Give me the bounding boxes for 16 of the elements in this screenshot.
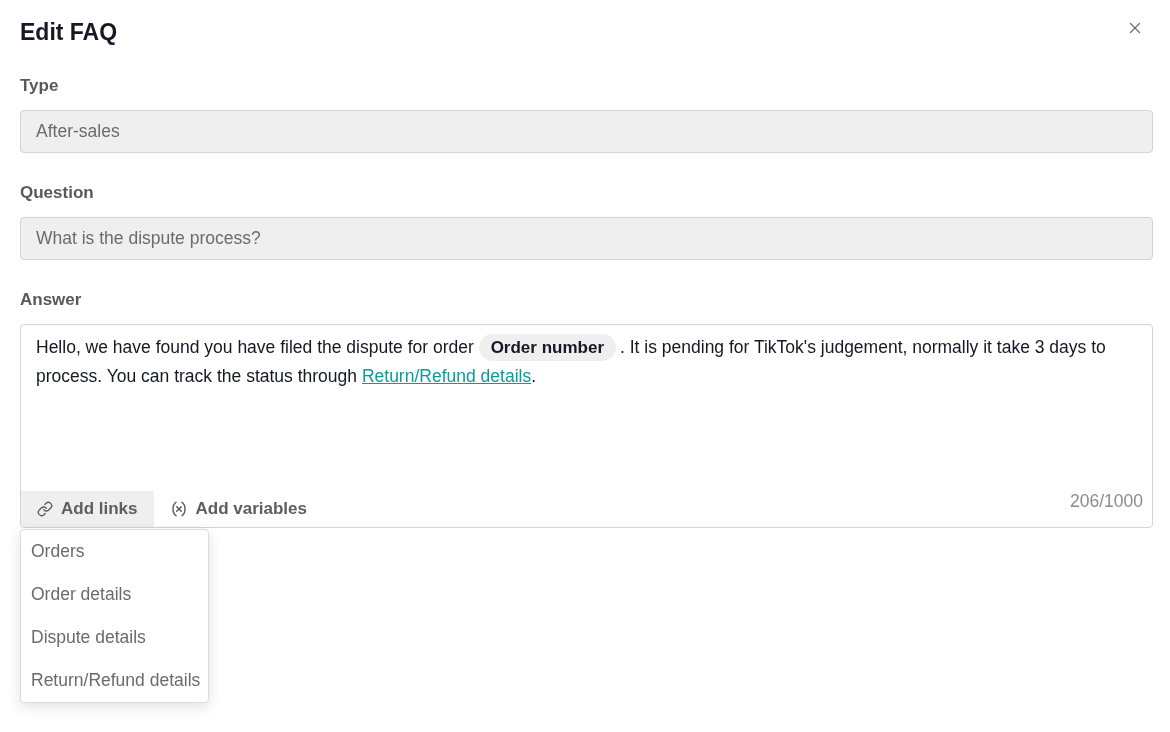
answer-text: Hello, we have found you have filed the dispute for order Order number . It is pending for TikTok's judgement, normally it take 3 days to process. You can track the status through Return/Refund details. xyxy=(21,325,1152,391)
add-links-button[interactable]: Add links xyxy=(21,491,154,527)
variable-chip[interactable]: Order number xyxy=(478,334,616,361)
link-icon xyxy=(37,501,53,517)
menu-item[interactable]: Order details xyxy=(21,573,208,616)
field-label: Answer xyxy=(20,289,83,311)
field-label: Type xyxy=(20,75,60,97)
dialog-title: Edit FAQ xyxy=(20,18,118,46)
field-label: Question xyxy=(20,182,95,204)
menu-item[interactable]: Dispute details xyxy=(21,616,208,659)
variable-icon xyxy=(169,500,188,518)
link[interactable]: Return/Refund details xyxy=(361,366,532,386)
character-counter: 206/1000 xyxy=(1070,489,1143,513)
menu-item[interactable]: Orders xyxy=(21,530,208,573)
add-variables-button[interactable]: Add variables xyxy=(153,491,323,527)
menu-item[interactable]: Return/Refund details xyxy=(21,659,208,702)
